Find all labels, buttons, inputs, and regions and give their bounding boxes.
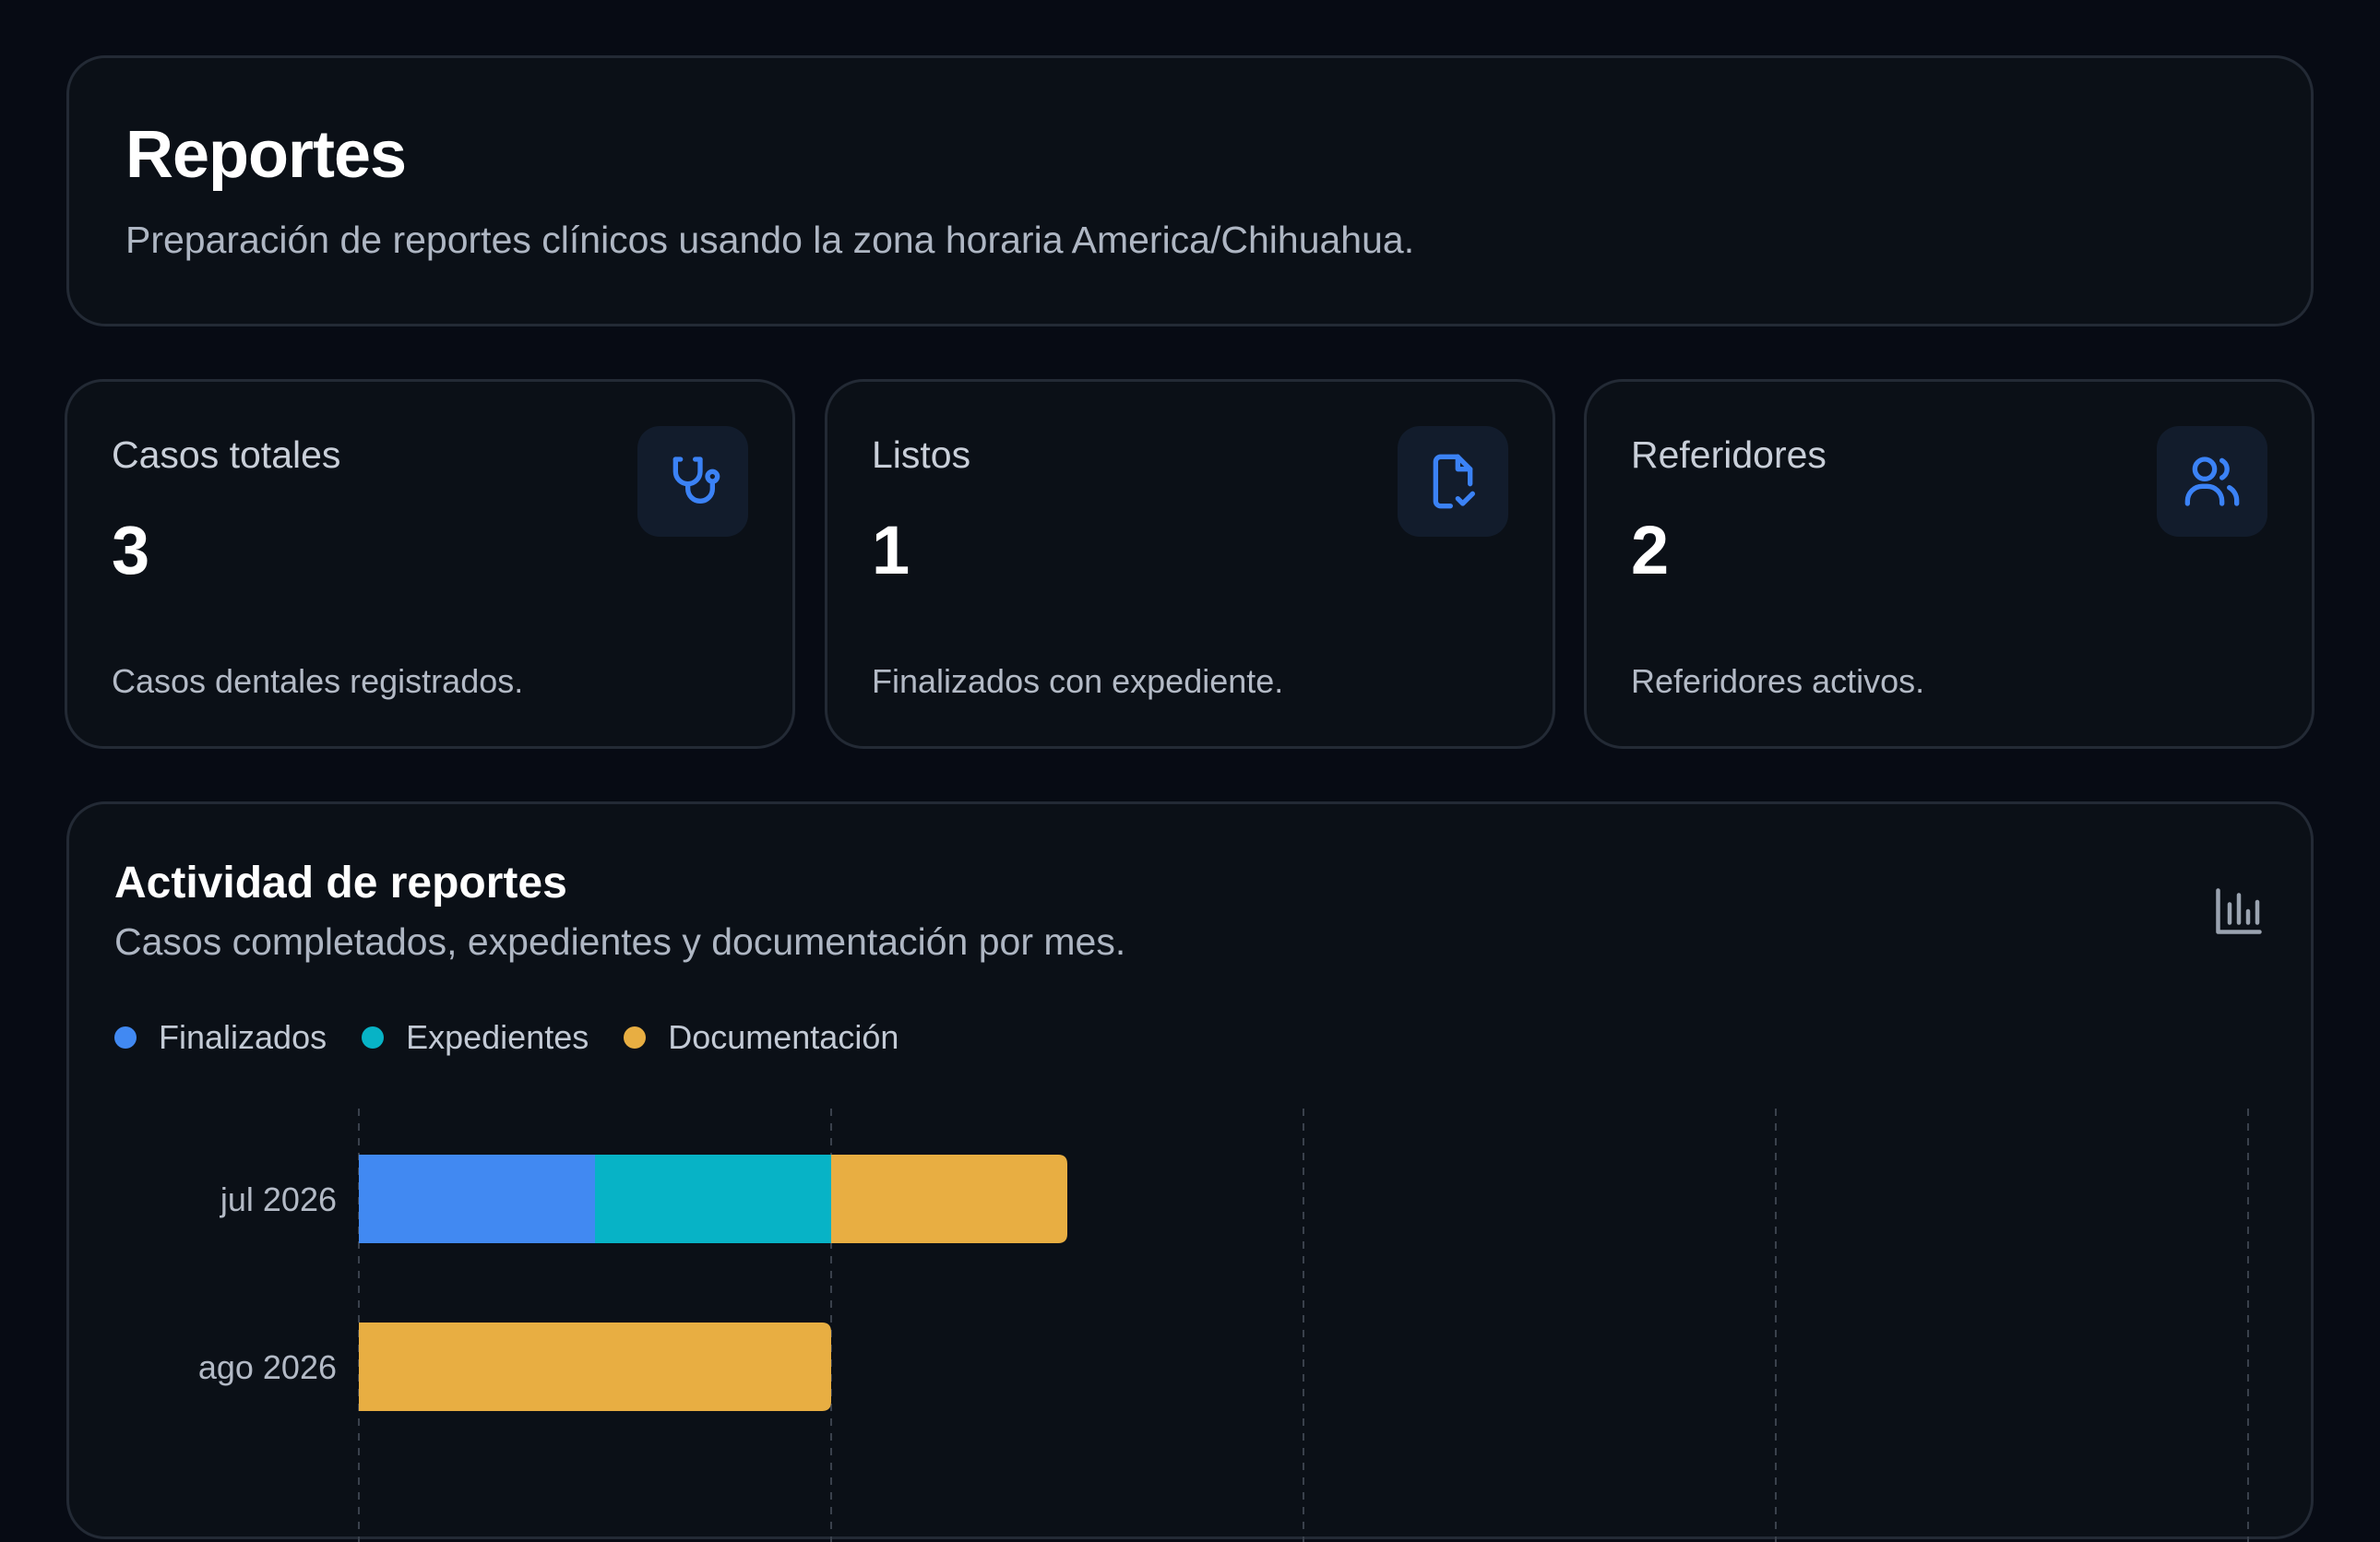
- stat-description: Referidores activos.: [1631, 662, 1925, 700]
- stat-card-ready: Listos 1 Finalizados con expediente.: [825, 379, 1555, 749]
- legend-label: Finalizados: [159, 1018, 327, 1056]
- stat-label: Casos totales: [112, 433, 341, 476]
- chart-title: Actividad de reportes: [114, 859, 567, 907]
- bar-chart-icon[interactable]: [2211, 884, 2267, 939]
- bar-segment-documentacion[interactable]: [359, 1323, 831, 1411]
- chart-subtitle: Casos completados, expedientes y documen…: [114, 920, 1126, 963]
- stat-label: Referidores: [1631, 433, 1827, 476]
- stat-description: Casos dentales registrados.: [112, 662, 524, 700]
- legend-label: Expedientes: [406, 1018, 589, 1056]
- legend-dot: [362, 1026, 385, 1049]
- stat-value: 2: [1631, 512, 1670, 588]
- stat-card-total-cases: Casos totales 3 Casos dentales registrad…: [65, 379, 795, 749]
- legend-item-finalizados[interactable]: Finalizados: [114, 1018, 327, 1057]
- legend-item-documentacion[interactable]: Documentación: [624, 1018, 898, 1057]
- chart-legend: Finalizados Expedientes Documentación: [114, 1018, 934, 1057]
- users-icon: [2157, 426, 2267, 537]
- page-subtitle: Preparación de reportes clínicos usando …: [125, 219, 1415, 261]
- bar-segment-finalizados[interactable]: [359, 1155, 595, 1243]
- category-label: jul 2026: [220, 1180, 337, 1218]
- stat-label: Listos: [872, 433, 971, 476]
- category-label: ago 2026: [198, 1348, 337, 1386]
- legend-item-expedientes[interactable]: Expedientes: [362, 1018, 589, 1057]
- stethoscope-icon: [637, 426, 748, 537]
- stacked-bar-chart: jul 2026 ago 2026: [198, 1109, 2249, 1542]
- chart-card: Actividad de reportes Casos completados,…: [66, 801, 2314, 1542]
- legend-dot: [624, 1026, 647, 1049]
- stat-value: 3: [112, 512, 150, 588]
- page-title: Reportes: [125, 118, 407, 192]
- legend-label: Documentación: [668, 1018, 899, 1056]
- stat-value: 1: [872, 512, 910, 588]
- file-check-icon: [1398, 426, 1508, 537]
- bar-segment-expedientes[interactable]: [595, 1155, 831, 1243]
- legend-dot: [114, 1026, 137, 1049]
- stat-card-referrers: Referidores 2 Referidores activos.: [1584, 379, 2315, 749]
- header-card: Reportes Preparación de reportes clínico…: [66, 55, 2314, 326]
- bar-segment-documentacion[interactable]: [831, 1155, 1067, 1243]
- stat-description: Finalizados con expediente.: [872, 662, 1284, 700]
